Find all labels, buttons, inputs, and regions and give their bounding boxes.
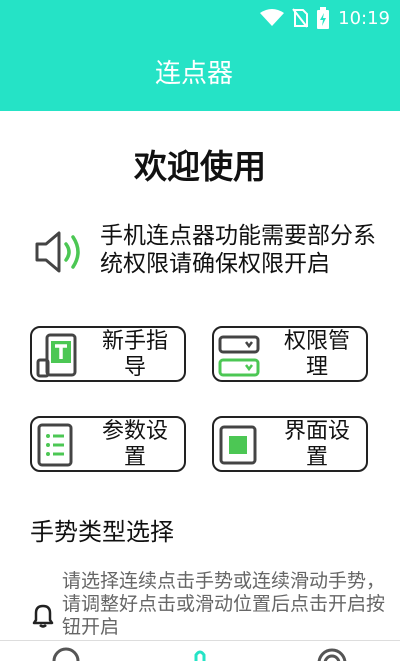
- status-bar: 10:19: [260, 6, 390, 30]
- parameters-card-button[interactable]: 参数设置: [30, 416, 186, 472]
- app-header: 10:19 连点器: [0, 0, 400, 111]
- permissions-icon: [218, 335, 260, 377]
- no-sim-icon: [292, 8, 309, 28]
- touch-icon[interactable]: [188, 647, 212, 661]
- interface-card-button[interactable]: 界面设置: [212, 416, 368, 472]
- permission-notice: 手机连点器功能需要部分系统权限请确保权限开启: [30, 222, 380, 282]
- bottom-navigation: [0, 640, 400, 661]
- parameters-icon: [37, 423, 73, 467]
- gesture-hint: 请选择连续点击手势或连续滑动手势，请调整好点击或滑动位置后点击开启按钮开启: [30, 568, 400, 648]
- status-time: 10:19: [338, 7, 390, 29]
- welcome-title: 欢迎使用: [134, 147, 266, 186]
- guide-card-label: 新手指导: [101, 329, 168, 380]
- gesture-section-title: 手势类型选择: [30, 518, 174, 546]
- help-icon[interactable]: [52, 647, 80, 661]
- settings-icon[interactable]: [316, 647, 348, 661]
- guide-card-button[interactable]: 新手指导: [30, 326, 186, 382]
- page-title: 连点器: [155, 59, 234, 89]
- parameters-card-label: 参数设置: [101, 419, 168, 470]
- speaker-icon: [35, 231, 80, 273]
- bell-icon: [32, 604, 54, 628]
- permissions-card-label: 权限管理: [283, 329, 350, 380]
- battery-charging-icon: [317, 7, 330, 29]
- wifi-icon: [260, 9, 285, 26]
- gesture-hint-text: 请选择连续点击手势或连续滑动手势，请调整好点击或滑动位置后点击开启按钮开启: [62, 570, 386, 638]
- interface-icon: [219, 425, 257, 465]
- guide-icon: [36, 333, 77, 378]
- permissions-card-button[interactable]: 权限管理: [212, 326, 368, 382]
- interface-card-label: 界面设置: [283, 419, 350, 470]
- notice-text: 手机连点器功能需要部分系统权限请确保权限开启: [100, 223, 376, 277]
